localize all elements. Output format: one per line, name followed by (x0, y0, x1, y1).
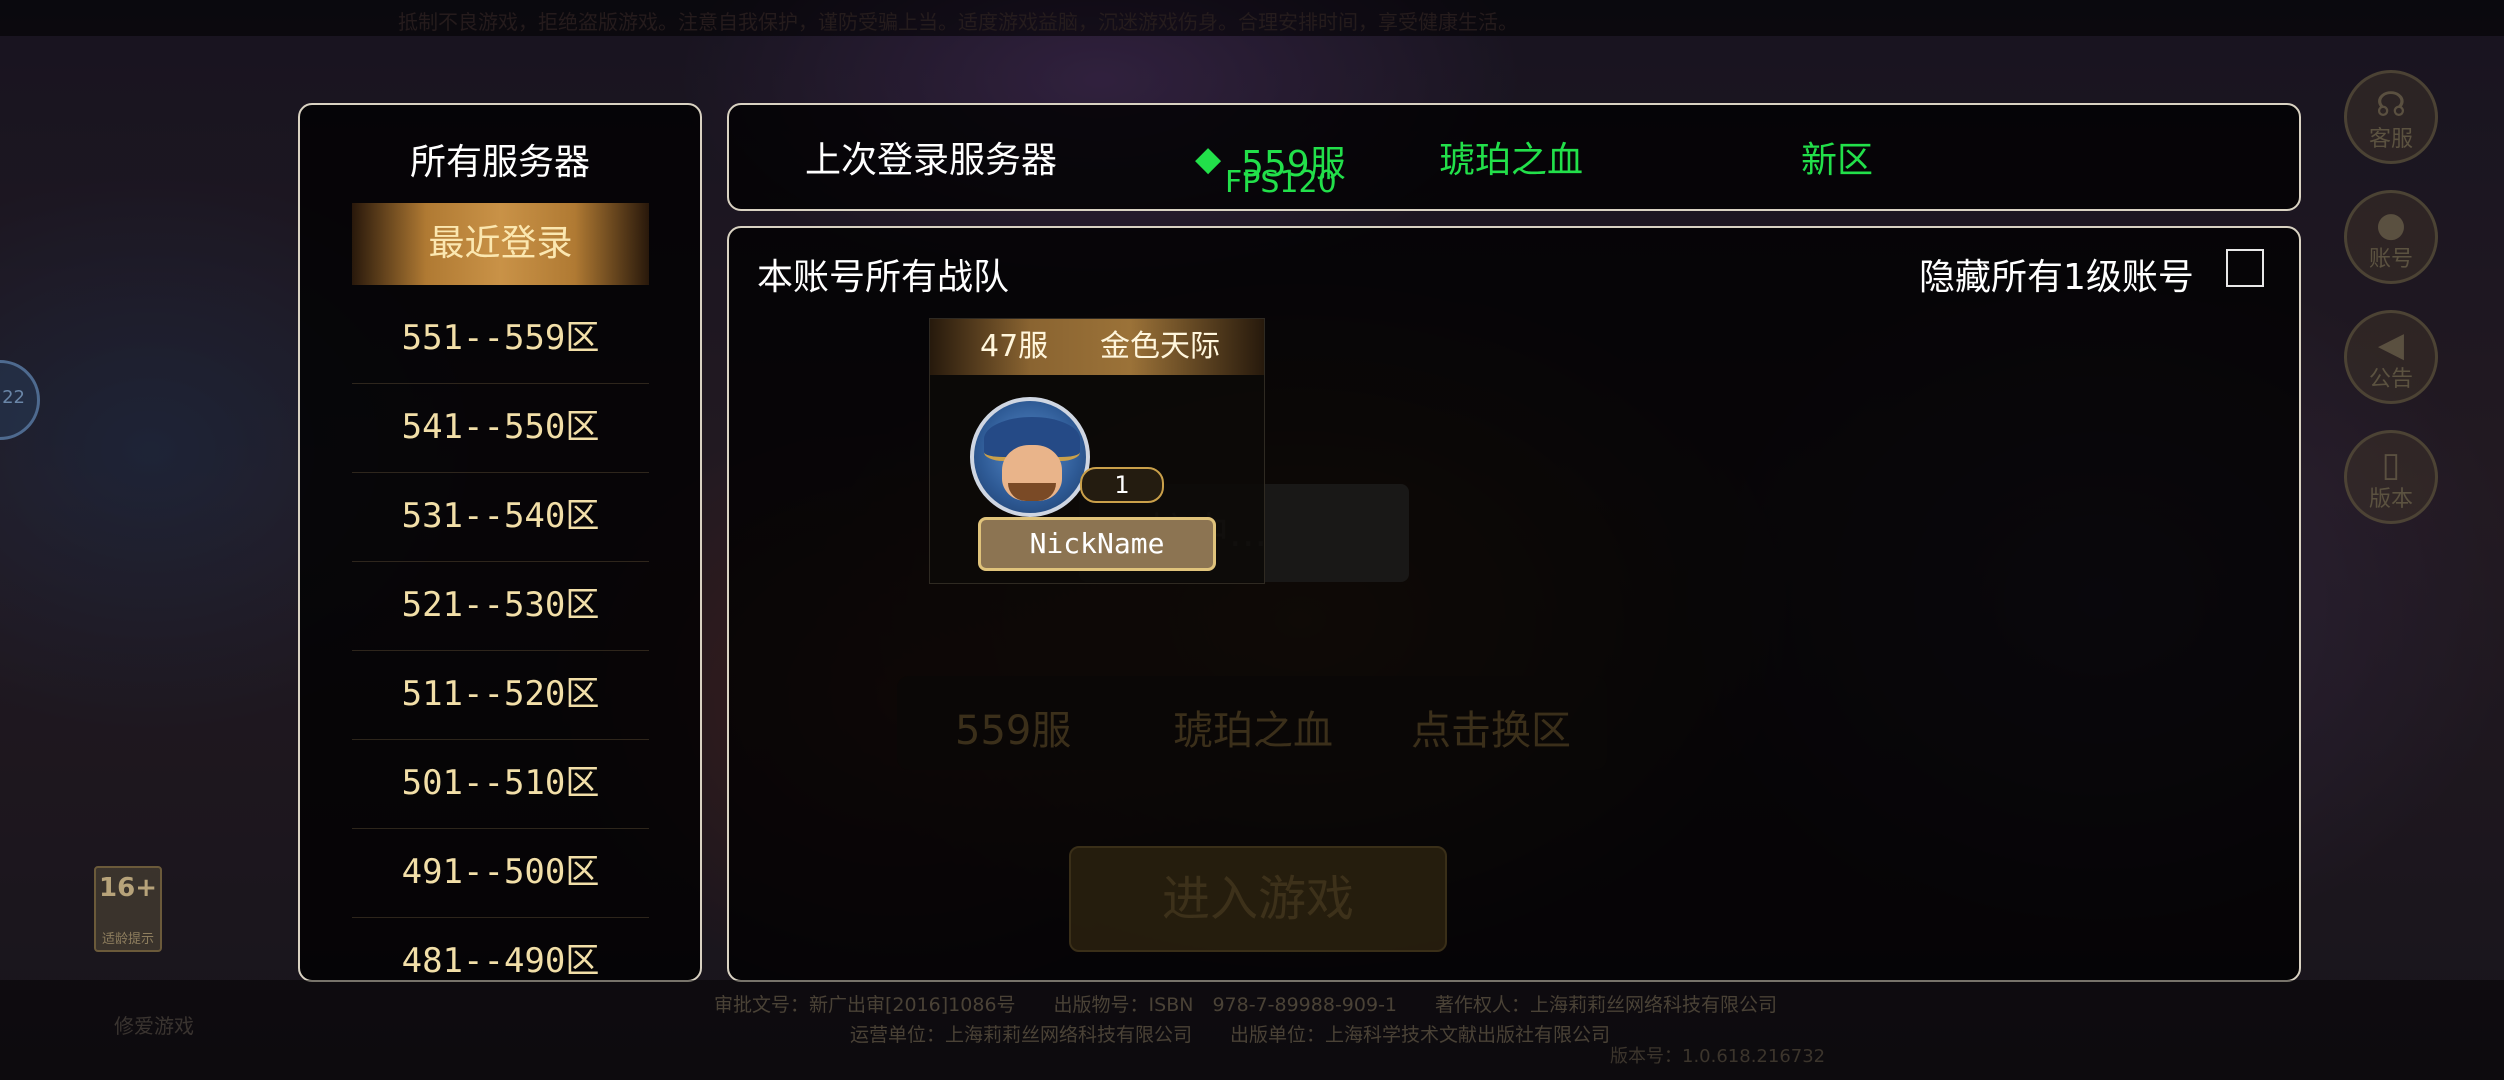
zone-item[interactable]: 521--530区 (352, 562, 649, 651)
footer-bar: 修爱游戏 审批文号：新广出审[2016]1086号 出版物号：ISBN 978-… (0, 980, 2504, 1080)
version-label: 版本 (2368, 487, 2413, 512)
zone-list: 551--559区 541--550区 531--540区 521--530区 … (352, 295, 649, 980)
team-server-name: 金色天际 (1100, 329, 1220, 364)
zone-item[interactable]: 541--550区 (352, 384, 649, 473)
zone-item[interactable]: 551--559区 (352, 295, 649, 384)
team-card-header: 47服 金色天际 (930, 319, 1264, 375)
age-rating: 16+ (99, 873, 157, 903)
footer-version: 版本号：1.0.618.216732 (1610, 1046, 1826, 1067)
account-label: 账号 (2368, 247, 2413, 272)
account-icon: ● (2376, 205, 2406, 245)
announcement-label: 公告 (2368, 367, 2413, 392)
zone-item[interactable]: 501--510区 (352, 740, 649, 829)
all-servers-title: 所有服务器 (409, 142, 590, 183)
recent-login-tab[interactable]: 最近登录 (352, 203, 649, 285)
zone-item[interactable]: 491--500区 (352, 829, 649, 918)
version-button[interactable]: ▯ 版本 (2344, 430, 2438, 524)
fps-counter: FPS120 (1225, 165, 1337, 200)
last-login-label: 上次登录服务器 (805, 140, 1058, 181)
zone-item[interactable]: 481--490区 (352, 918, 649, 980)
age-rating-caption: 适龄提示 (101, 932, 154, 947)
zone-item[interactable]: 531--540区 (352, 473, 649, 562)
announcement-button[interactable]: ◀ 公告 (2344, 310, 2438, 404)
background-switch-zone: 点击换区 (1411, 708, 1571, 754)
version-icon: ▯ (2381, 445, 2401, 485)
background-server-bar: 559服 琥珀之血 点击换区 (897, 676, 1607, 770)
footer-brand: 修爱游戏 (114, 1014, 194, 1038)
speaker-icon: ◀ (2377, 325, 2405, 365)
hide-level1-label: 隐藏所有1级账号 (1919, 257, 2194, 298)
last-login-server-name: 琥珀之血 (1439, 140, 1584, 181)
nickname-plate: NickName (978, 517, 1216, 571)
account-teams-panel: 接中... 559服 琥珀之血 点击换区 进入游戏 本账号所有战队 隐藏所有1级… (727, 226, 2301, 982)
footer-publisher-line: 运营单位：上海莉莉丝网络科技有限公司 出版单位：上海科学技术文献出版社有限公司 (850, 1024, 1611, 1046)
avatar (970, 397, 1090, 517)
last-login-server-tag: 新区 (1801, 140, 1874, 181)
health-notice-text: 抵制不良游戏，拒绝盗版游戏。注意自我保护，谨防受骗上当。适度游戏益脑，沉迷游戏伤… (398, 10, 1518, 34)
zone-item[interactable]: 511--520区 (352, 651, 649, 740)
account-button[interactable]: ● 账号 (2344, 190, 2438, 284)
footer-approval-line: 审批文号：新广出审[2016]1086号 出版物号：ISBN 978-7-899… (714, 994, 1778, 1016)
server-list-panel: 所有服务器 最近登录 551--559区 541--550区 531--540区… (298, 103, 702, 982)
team-server: 47服 (980, 329, 1049, 364)
headset-icon: ☊ (2375, 85, 2407, 125)
health-notice-bar: 抵制不良游戏，拒绝盗版游戏。注意自我保护，谨防受骗上当。适度游戏益脑，沉迷游戏伤… (0, 0, 2504, 36)
left-edge-value: 22 (2, 387, 25, 408)
customer-service-label: 客服 (2368, 127, 2413, 152)
background-server-name: 琥珀之血 (1173, 708, 1333, 754)
background-server: 559服 (955, 708, 1072, 754)
age-rating-badge: 16+ 适龄提示 (94, 866, 162, 952)
hide-level1-checkbox[interactable] (2226, 249, 2264, 287)
customer-service-button[interactable]: ☊ 客服 (2344, 70, 2438, 164)
diamond-icon: ◆ (1195, 139, 1222, 179)
account-teams-title: 本账号所有战队 (757, 257, 1010, 298)
team-card[interactable]: 47服 金色天际 1 NickName (929, 318, 1265, 584)
level-badge: 1 (1080, 467, 1164, 503)
background-enter-game-button: 进入游戏 (1069, 846, 1447, 952)
last-login-panel[interactable]: 上次登录服务器 ◆ 559服 FPS120 琥珀之血 新区 (727, 103, 2301, 211)
